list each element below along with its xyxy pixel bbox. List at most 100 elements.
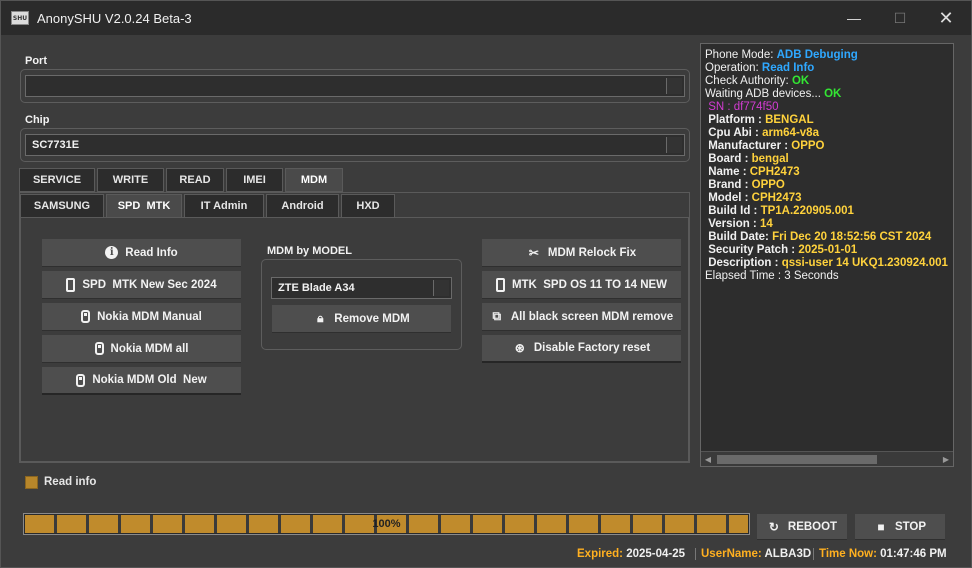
log-value: OPPO bbox=[751, 179, 785, 191]
nokia-mdm-manual-label: Nokia MDM Manual bbox=[97, 310, 202, 323]
progress-bar: 100% bbox=[23, 513, 750, 535]
log-key: Version : bbox=[705, 218, 760, 230]
log-value: Fri Dec 20 18:52:56 CST 2024 bbox=[772, 231, 932, 243]
tab-write[interactable]: WRITE bbox=[97, 168, 164, 192]
log-key: Cpu Abi : bbox=[705, 127, 763, 139]
minimize-button[interactable]: — bbox=[831, 1, 877, 35]
log-key: Operation: bbox=[705, 62, 762, 74]
status-value: 2025-04-25 bbox=[626, 548, 686, 560]
log-value: OPPO bbox=[791, 140, 825, 152]
log-field-row: Model : CPH2473 bbox=[705, 192, 949, 205]
log-waiting-adb: Waiting ADB devices... OK bbox=[705, 88, 949, 101]
log-key: Manufacturer : bbox=[705, 140, 792, 152]
log-value: Read Info bbox=[761, 62, 815, 74]
refresh-icon: ↻ bbox=[768, 519, 779, 534]
copy-icon: ⧉ bbox=[492, 309, 502, 323]
nokia-mdm-manual-button[interactable]: Nokia MDM Manual bbox=[42, 303, 241, 331]
tab-spd-mtk[interactable]: SPD MTK bbox=[106, 194, 182, 218]
tab-it-admin[interactable]: IT Admin bbox=[184, 194, 264, 218]
log-value: CPH2473 bbox=[749, 166, 800, 178]
port-select[interactable] bbox=[25, 75, 685, 97]
close-button[interactable]: ✕ bbox=[923, 1, 969, 35]
mdm-by-model-label: MDM by MODEL bbox=[267, 245, 352, 257]
remove-mdm-button[interactable]: 🔒︎ Remove MDM bbox=[272, 305, 451, 333]
read-info-checkbox[interactable] bbox=[25, 476, 38, 489]
tab-android[interactable]: Android bbox=[266, 194, 339, 218]
tab-imei[interactable]: IMEI bbox=[226, 168, 283, 192]
mdm-relock-fix-label: MDM Relock Fix bbox=[547, 246, 637, 259]
log-field-row: Manufacturer : OPPO bbox=[705, 140, 949, 153]
log-value: bengal bbox=[751, 153, 789, 165]
log-key: Description : bbox=[705, 257, 782, 269]
log-field-row: Cpu Abi : arm64-v8a bbox=[705, 127, 949, 140]
nokia-phone-icon bbox=[81, 310, 91, 323]
log-value: TP1A.220905.001 bbox=[760, 205, 854, 217]
app-window: SHU AnonySHU V2.0.24 Beta-3 — ☐ ✕ Port C… bbox=[0, 0, 972, 568]
chip-select-value: SC7731E bbox=[32, 139, 80, 151]
mdm-relock-fix-button[interactable]: ✂ MDM Relock Fix bbox=[482, 239, 681, 267]
read-info-label: Read Info bbox=[125, 246, 178, 259]
log-check-authority: Check Authority: OK bbox=[705, 75, 949, 88]
window-title: AnonySHU V2.0.24 Beta-3 bbox=[37, 10, 192, 26]
log-value: qssi-user 14 UKQ1.230924.001 bbox=[781, 257, 948, 269]
nokia-mdm-old-new-button[interactable]: Nokia MDM Old New bbox=[42, 367, 241, 395]
log-field-row: Description : qssi-user 14 UKQ1.230924.0… bbox=[705, 257, 949, 270]
scroll-left-icon[interactable]: ◀ bbox=[701, 453, 715, 466]
title-bar: SHU AnonySHU V2.0.24 Beta-3 — ☐ ✕ bbox=[1, 1, 971, 35]
stop-icon: ■ bbox=[877, 519, 885, 534]
nokia-phone-icon bbox=[76, 373, 86, 387]
log-value: ADB Debuging bbox=[776, 49, 858, 61]
tab-samsung[interactable]: SAMSUNG bbox=[20, 194, 104, 218]
log-operation: Operation: Read Info bbox=[705, 62, 949, 75]
main-tabs: SERVICE WRITE READ IMEI MDM bbox=[19, 168, 345, 192]
log-field-row: Board : bengal bbox=[705, 153, 949, 166]
status-value: 01:47:46 PM bbox=[880, 548, 947, 560]
status-key: Time Now: bbox=[819, 548, 881, 560]
read-info-checkbox-label[interactable]: Read info bbox=[44, 476, 96, 488]
log-horizontal-scrollbar[interactable]: ◀ ▶ bbox=[701, 451, 953, 466]
status-time-now: Time Now: 01:47:46 PM bbox=[813, 548, 947, 560]
tab-hxd[interactable]: HXD bbox=[341, 194, 395, 218]
read-info-button[interactable]: i Read Info bbox=[42, 239, 241, 267]
chip-select[interactable]: SC7731E bbox=[25, 134, 685, 156]
log-value: 14 bbox=[759, 218, 773, 230]
tools-icon: ✂ bbox=[528, 245, 539, 260]
tab-service[interactable]: SERVICE bbox=[19, 168, 95, 192]
mdm-model-select[interactable]: ZTE Blade A34 bbox=[271, 277, 452, 299]
status-key: Expired: bbox=[577, 548, 627, 560]
tab-mdm[interactable]: MDM bbox=[285, 168, 343, 192]
log-value: OK bbox=[791, 75, 810, 87]
log-field-row: Name : CPH2473 bbox=[705, 166, 949, 179]
stop-label: STOP bbox=[894, 520, 927, 533]
progress-percent: 100% bbox=[372, 518, 401, 530]
port-dropdown-arrow-icon[interactable] bbox=[666, 78, 682, 94]
spd-mtk-new-sec-button[interactable]: SPD MTK New Sec 2024 bbox=[42, 271, 241, 299]
log-key: Build Id : bbox=[705, 205, 761, 217]
disable-factory-reset-button[interactable]: ⊛ Disable Factory reset bbox=[482, 335, 681, 363]
mdm-model-dropdown-arrow-icon[interactable] bbox=[433, 280, 449, 296]
nokia-mdm-all-label: Nokia MDM all bbox=[110, 342, 189, 355]
tab-read[interactable]: READ bbox=[166, 168, 224, 192]
disable-factory-reset-label: Disable Factory reset bbox=[533, 342, 651, 354]
reboot-label: REBOOT bbox=[787, 520, 838, 533]
mdm-model-select-value: ZTE Blade A34 bbox=[278, 282, 355, 294]
log-output[interactable]: Phone Mode: ADB Debuging Operation: Read… bbox=[700, 43, 954, 467]
nokia-mdm-all-button[interactable]: Nokia MDM all bbox=[42, 335, 241, 363]
maximize-button[interactable]: ☐ bbox=[877, 1, 923, 35]
stop-button[interactable]: ■ STOP bbox=[855, 514, 945, 540]
sub-tabs: SAMSUNG SPD MTK IT Admin Android HXD bbox=[20, 194, 397, 218]
chip-dropdown-arrow-icon[interactable] bbox=[666, 137, 682, 153]
log-key: Security Patch : bbox=[705, 244, 799, 256]
log-key: Check Authority: bbox=[705, 75, 792, 87]
reboot-button[interactable]: ↻ REBOOT bbox=[757, 514, 847, 540]
black-screen-mdm-remove-button[interactable]: ⧉ All black screen MDM remove bbox=[482, 303, 681, 331]
log-value: 2025-01-01 bbox=[798, 244, 858, 256]
mtk-spd-os-button[interactable]: MTK SPD OS 11 TO 14 NEW bbox=[482, 271, 681, 299]
log-field-row: Security Patch : 2025-01-01 bbox=[705, 244, 949, 257]
lock-icon: 🔒︎ bbox=[317, 311, 324, 325]
nokia-phone-icon bbox=[94, 342, 104, 355]
scroll-right-icon[interactable]: ▶ bbox=[939, 453, 953, 466]
status-key: UserName: bbox=[701, 548, 765, 560]
status-expired: Expired: 2025-04-25 bbox=[577, 548, 685, 560]
scrollbar-thumb[interactable] bbox=[717, 455, 877, 464]
